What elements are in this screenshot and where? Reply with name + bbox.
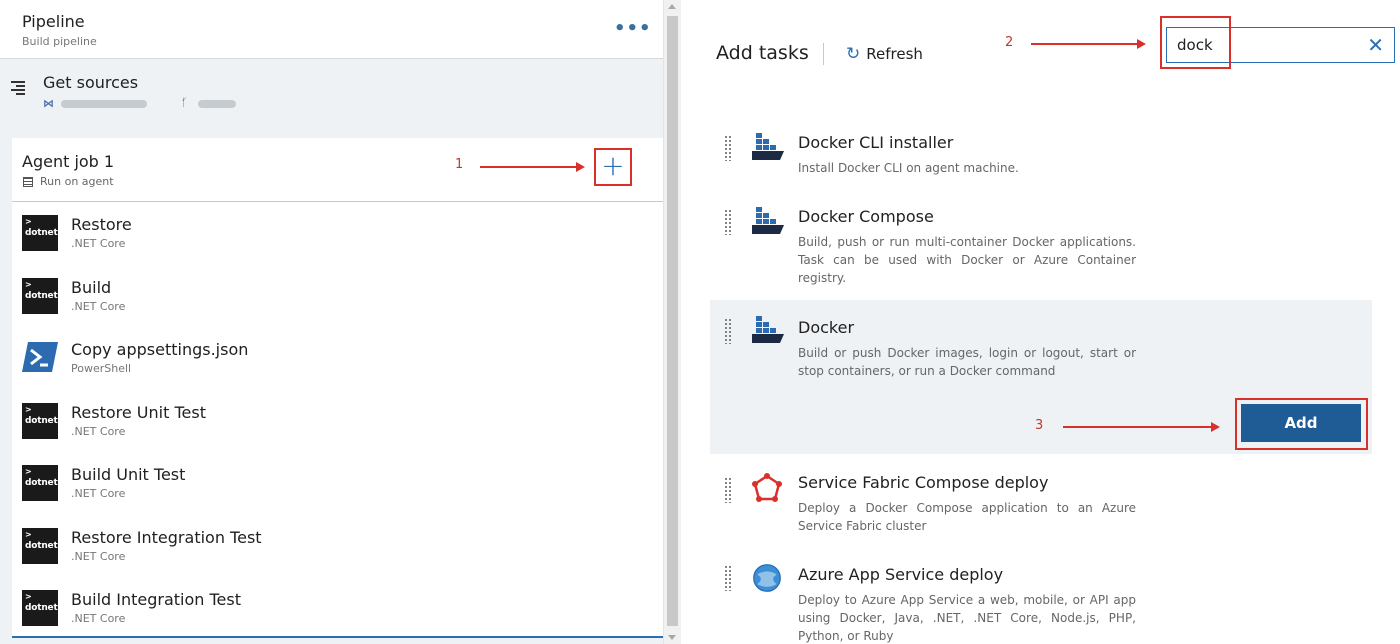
catalog-task-description: Deploy to Azure App Service a web, mobil…	[798, 593, 1136, 643]
catalog-task-description: Build, push or run multi-container Docke…	[798, 235, 1136, 285]
dotnet-icon: > dotnet	[22, 403, 58, 439]
annotation-step-3: 3	[1035, 418, 1044, 433]
catalog-task-item[interactable]: Docker Compose Build, push or run multi-c…	[710, 199, 1372, 291]
scroll-down-icon[interactable]	[668, 635, 676, 640]
catalog-task-description: Build or push Docker images, login or lo…	[798, 346, 1136, 378]
task-name: Restore Integration Test	[71, 528, 262, 547]
branch-icon: ᚶ	[181, 96, 188, 109]
add-button[interactable]: Add	[1241, 404, 1361, 442]
add-tasks-pane: Add tasks ↻ Refresh ✕ Docker CLI installe…	[682, 0, 1400, 644]
annotation-arrowhead-3	[1211, 422, 1220, 432]
annotation-arrow-2	[1031, 43, 1139, 45]
get-sources-row[interactable]: Get sources ⋈ ᚶ	[0, 60, 663, 134]
scrollbar-thumb[interactable]	[667, 16, 678, 626]
drag-handle-icon[interactable]	[724, 318, 732, 344]
catalog-task-item[interactable]: Docker CLI installer Install Docker CLI o…	[710, 125, 1372, 195]
pipeline-subtitle: Build pipeline	[22, 35, 97, 48]
task-name: Restore	[71, 215, 132, 234]
task-row[interactable]: > dotnet Restore Integration Test .NET Core	[12, 515, 663, 577]
agent-job-title: Agent job 1	[22, 152, 115, 171]
annotation-arrowhead-2	[1137, 39, 1146, 49]
dotnet-icon: > dotnet	[22, 215, 58, 251]
catalog-task-description: Install Docker CLI on agent machine.	[798, 161, 1019, 175]
task-row[interactable]: > dotnet Restore .NET Core	[12, 202, 663, 264]
task-type: .NET Core	[71, 612, 126, 625]
more-options-icon[interactable]: •••	[614, 18, 652, 39]
pipeline-title: Pipeline	[22, 12, 85, 31]
visual-studio-icon: ⋈	[43, 97, 54, 110]
catalog-task-name: Docker	[798, 318, 855, 337]
left-scrollbar[interactable]	[663, 0, 681, 644]
catalog-task-name: Docker Compose	[798, 207, 934, 226]
service-fabric-icon	[752, 473, 782, 502]
add-task-button[interactable]: +	[594, 148, 632, 186]
task-name: Build Integration Test	[71, 590, 242, 609]
task-type: .NET Core	[71, 550, 126, 563]
branch-name-redacted	[198, 100, 236, 108]
dotnet-icon: > dotnet	[22, 590, 58, 626]
task-name: Restore Unit Test	[71, 403, 206, 422]
server-icon	[23, 177, 33, 187]
pipeline-pane: Pipeline Build pipeline ••• Get sources …	[0, 0, 663, 644]
annotation-step-1: 1	[455, 157, 464, 172]
refresh-label: Refresh	[866, 45, 923, 63]
task-type: PowerShell	[71, 362, 132, 375]
plus-icon: +	[601, 149, 625, 182]
task-type: .NET Core	[71, 425, 126, 438]
task-type: .NET Core	[71, 487, 126, 500]
pipeline-header: Pipeline Build pipeline •••	[0, 0, 663, 59]
drag-handle-icon[interactable]	[724, 135, 732, 161]
add-tasks-title: Add tasks	[716, 42, 809, 64]
azure-app-service-icon	[753, 564, 781, 592]
task-name: Copy appsettings.json	[71, 340, 249, 359]
task-row[interactable]: > dotnet Build .NET Core	[12, 265, 663, 327]
docker-icon	[752, 133, 784, 160]
task-type: .NET Core	[71, 237, 126, 250]
sources-list-icon	[11, 80, 27, 95]
annotation-arrowhead-1	[576, 162, 585, 172]
task-row[interactable]: Copy appsettings.json PowerShell	[12, 327, 663, 389]
scroll-up-icon[interactable]	[668, 4, 676, 9]
drag-handle-icon[interactable]	[724, 565, 732, 591]
header-divider	[823, 43, 824, 65]
task-row[interactable]: > dotnet Restore Unit Test .NET Core	[12, 390, 663, 452]
catalog-task-name: Docker CLI installer	[798, 133, 954, 152]
annotation-step-2: 2	[1005, 35, 1014, 50]
refresh-icon: ↻	[846, 44, 861, 64]
agent-job-row[interactable]: Agent job 1 Run on agent +	[12, 138, 663, 202]
agent-job-subtitle: Run on agent	[40, 175, 114, 188]
catalog-task-name: Service Fabric Compose deploy	[798, 473, 1049, 492]
task-type: .NET Core	[71, 300, 126, 313]
get-sources-title: Get sources	[43, 73, 139, 92]
task-list: > dotnet Restore .NET Core > dotnet Build .NET …	[12, 202, 663, 638]
task-name: Build Unit Test	[71, 465, 186, 484]
dotnet-icon: > dotnet	[22, 465, 58, 501]
dotnet-icon: > dotnet	[22, 528, 58, 564]
annotation-search-highlight	[1160, 16, 1231, 69]
drag-handle-icon[interactable]	[724, 477, 732, 503]
drag-handle-icon[interactable]	[724, 209, 732, 235]
task-row[interactable]: > dotnet Build Unit Test .NET Core	[12, 452, 663, 514]
catalog-task-item[interactable]: Azure App Service deploy Deploy to Azure …	[710, 557, 1372, 644]
annotation-arrow-3	[1063, 426, 1213, 428]
catalog-task-description: Deploy a Docker Compose application to a…	[798, 501, 1136, 533]
close-icon[interactable]: ✕	[1367, 33, 1384, 57]
catalog-task-item[interactable]: Service Fabric Compose deploy Deploy a Do…	[710, 465, 1372, 545]
task-name: Build	[71, 278, 112, 297]
annotation-arrow-1	[480, 166, 578, 168]
refresh-button[interactable]: ↻ Refresh	[846, 44, 923, 64]
repository-name-redacted	[61, 100, 147, 108]
powershell-icon	[22, 342, 58, 372]
dotnet-icon: > dotnet	[22, 278, 58, 314]
docker-icon	[752, 316, 784, 343]
docker-icon	[752, 207, 784, 234]
catalog-task-name: Azure App Service deploy	[798, 565, 1004, 584]
task-row[interactable]: > dotnet Build Integration Test .NET Core	[12, 577, 663, 639]
